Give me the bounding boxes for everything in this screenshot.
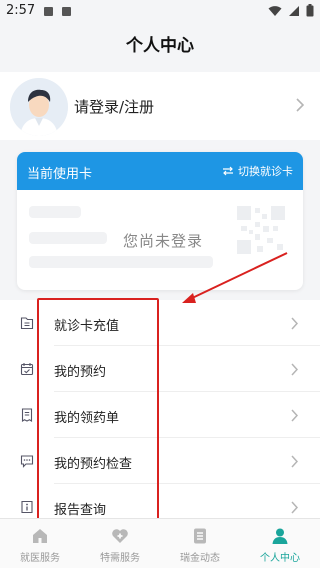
login-register-link[interactable]: 请登录/注册 [74, 96, 154, 117]
tab-label: 瑞金动态 [180, 553, 220, 564]
menu-item-exam-appointments[interactable]: 我的预约检查 [0, 438, 320, 484]
chevron-right-icon [291, 455, 298, 468]
status-bar: 2:57 [0, 0, 320, 24]
receipt-icon [21, 408, 33, 422]
image-notification-icon [62, 7, 71, 16]
avatar[interactable] [10, 78, 68, 136]
wifi-icon [268, 5, 282, 16]
calendar-icon [20, 363, 34, 376]
heart-icon [112, 529, 128, 543]
tab-label: 就医服务 [20, 553, 60, 564]
battery-icon [306, 4, 314, 17]
switch-card-label: 切换就诊卡 [238, 165, 293, 178]
menu-item-label: 就诊卡充值 [54, 319, 120, 334]
card-header: 当前使用卡 切换就诊卡 [17, 152, 303, 190]
menu-item-label: 我的预约 [54, 365, 107, 380]
page-title: 个人中心 [126, 36, 194, 56]
person-icon [272, 528, 288, 544]
placeholder-bar [29, 206, 81, 218]
status-time: 2:57 [6, 3, 36, 18]
current-card-panel: 当前使用卡 切换就诊卡 您尚未登录 [17, 152, 303, 290]
menu-item-label: 我的领药单 [54, 411, 120, 426]
chevron-right-icon [291, 363, 298, 376]
chevron-right-icon [296, 98, 304, 112]
user-avatar-icon [10, 78, 68, 136]
tab-medical-services[interactable]: 就医服务 [0, 519, 80, 568]
menu-item-prescription-list[interactable]: 我的领药单 [0, 392, 320, 438]
card-icon [20, 317, 34, 330]
menu-list: 就诊卡充值 我的预约 我的领药单 我的预约检查 报告查询 [0, 300, 320, 518]
placeholder-bar [29, 232, 107, 244]
tab-ruijin-news[interactable]: 瑞金动态 [160, 519, 240, 568]
tab-label: 个人中心 [260, 553, 300, 564]
chevron-right-icon [291, 409, 298, 422]
chevron-right-icon [291, 317, 298, 330]
menu-item-card-recharge[interactable]: 就诊卡充值 [0, 300, 320, 346]
not-logged-in-message: 您尚未登录 [123, 232, 204, 250]
tab-special-services[interactable]: 特需服务 [80, 519, 160, 568]
card-body: 您尚未登录 [17, 190, 303, 290]
menu-item-label: 我的预约检查 [54, 457, 133, 472]
menu-item-label: 报告查询 [54, 503, 107, 518]
page-header: 个人中心 [0, 24, 320, 68]
card-header-title: 当前使用卡 [27, 167, 93, 182]
menu-item-my-appointments[interactable]: 我的预约 [0, 346, 320, 392]
bottom-nav: 就医服务 特需服务 瑞金动态 个人中心 [0, 518, 320, 568]
home-icon [33, 529, 47, 543]
info-icon [21, 500, 33, 514]
login-row[interactable]: 请登录/注册 [0, 72, 320, 140]
placeholder-bar [29, 256, 213, 268]
switch-card-button[interactable]: 切换就诊卡 [222, 163, 293, 179]
tab-personal-center[interactable]: 个人中心 [240, 519, 320, 568]
switch-arrows-icon [223, 166, 233, 176]
signal-icon [289, 5, 299, 16]
qr-code-icon [237, 206, 285, 254]
chevron-right-icon [291, 501, 298, 514]
chat-icon [20, 455, 34, 468]
notification-icon [44, 7, 53, 16]
tab-label: 特需服务 [100, 553, 140, 564]
news-icon [194, 528, 206, 544]
